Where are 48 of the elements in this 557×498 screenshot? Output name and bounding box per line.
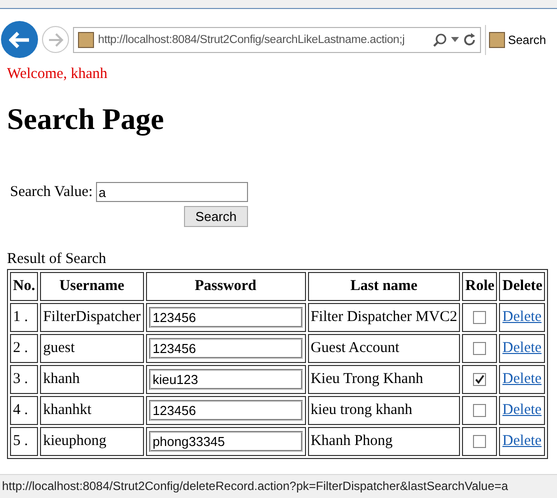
address-bar[interactable]: http://localhost:8084/Strut2Config/searchLikeLastname.action;j [73,26,481,52]
table-cell: kieuphong [40,427,144,456]
back-arrow-icon [8,30,30,48]
table-cell: Khanh Phong [308,427,460,456]
password-field[interactable]: 123456 [148,338,303,359]
table-cell: 3 . [10,365,38,394]
column-header: Username [40,272,144,301]
table-cell: FilterDispatcher [40,303,144,332]
search-button[interactable]: Search [184,206,248,227]
table-cell: guest [40,334,144,363]
back-button[interactable] [1,21,38,58]
role-checkbox[interactable] [473,435,486,448]
table-cell: khanh [40,365,144,394]
password-field[interactable]: 123456 [148,307,303,328]
table-cell: Filter Dispatcher MVC2 [308,303,460,332]
table-cell: 4 . [10,396,38,425]
column-header: Password [146,272,306,301]
table-cell: Guest Account [308,334,460,363]
search-icon[interactable] [433,32,447,46]
browser-tab[interactable]: Search [485,24,557,54]
dropdown-caret-icon[interactable] [451,37,459,42]
column-header: Last name [308,272,460,301]
page-heading: Search Page [7,103,164,137]
role-checkbox[interactable] [473,342,486,355]
status-url: http://localhost:8084/Strut2Config/deleteRecord.action?pk=FilterDispatcher&lastSearchValue=a [2,479,508,493]
refresh-icon[interactable] [463,32,476,46]
search-field[interactable]: a [96,182,248,202]
password-field[interactable]: kieu123 [148,369,303,390]
column-header: No. [10,272,38,301]
password-field[interactable]: phong33345 [148,431,303,452]
url-text: http://localhost:8084/Strut2Config/searchLikeLastname.action;j [98,34,406,46]
table-cell: kieu trong khanh [308,396,460,425]
role-checkbox[interactable] [473,373,486,386]
role-checkbox[interactable] [473,311,486,324]
role-checkbox[interactable] [473,404,486,417]
result-caption: Result of Search [7,251,106,268]
table-cell: khanhkt [40,396,144,425]
table-cell: Kieu Trong Khanh [308,365,460,394]
table-cell: 1 . [10,303,38,332]
tab-title: Search [508,32,546,46]
welcome-message: Welcome, khanh [7,66,108,83]
table-cell: 2 . [10,334,38,363]
forward-arrow-icon [48,32,64,46]
password-field[interactable]: 123456 [148,400,303,421]
column-header: Delete [499,272,546,301]
table-cell: 5 . [10,427,38,456]
search-label: Search Value: [10,184,93,200]
column-header: Role [462,272,498,301]
